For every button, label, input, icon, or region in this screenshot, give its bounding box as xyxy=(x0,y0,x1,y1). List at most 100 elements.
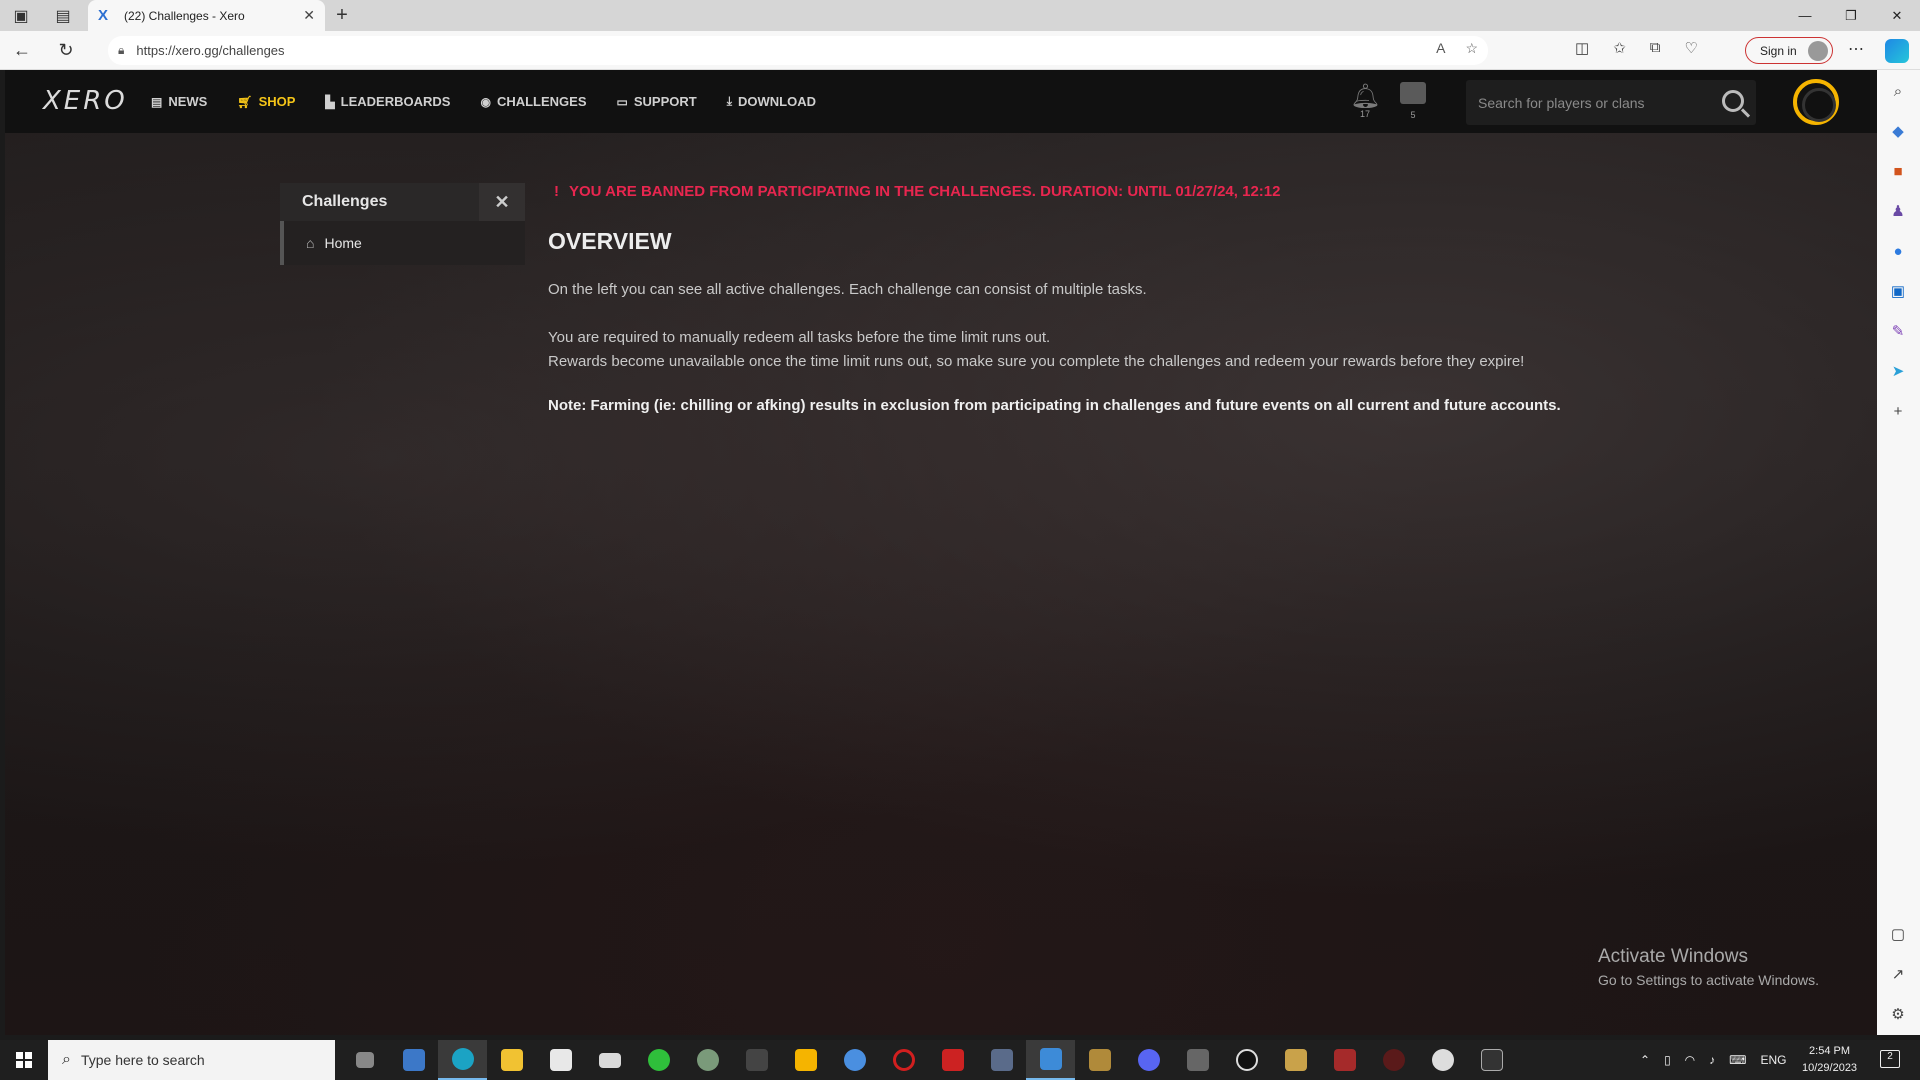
nav-leaderboards[interactable]: ▙ LEADERBOARDS xyxy=(325,94,450,109)
back-button[interactable]: ← xyxy=(0,31,44,70)
restore-icon[interactable]: ❐ xyxy=(1828,0,1874,31)
browser-essentials-icon[interactable]: ♡ xyxy=(1684,39,1697,57)
url-text[interactable]: https://xero.gg/challenges xyxy=(136,43,284,58)
discord-icon[interactable] xyxy=(1124,1040,1173,1080)
windows-taskbar: ⌕ ⌃ ▯ ◠ ♪ ⌨ ENG 2:54 PM 1 xyxy=(0,1040,1920,1080)
razer-icon[interactable] xyxy=(634,1040,683,1080)
site-header: XERO ▤ NEWS 🛒︎ SHOP ▙ LEADERBOARDS ◉ CHA… xyxy=(5,70,1877,133)
split-screen-icon[interactable]: ◫ xyxy=(1575,39,1589,57)
chat-app-icon[interactable] xyxy=(830,1040,879,1080)
sidebar-item-home[interactable]: ⌂ Home xyxy=(280,221,525,265)
overview-paragraph-3: Rewards become unavailable once the time… xyxy=(548,353,1525,370)
drop-icon[interactable]: ✎ xyxy=(1889,322,1907,340)
c-app-icon[interactable] xyxy=(1222,1040,1271,1080)
epic-games-icon[interactable] xyxy=(732,1040,781,1080)
games-icon[interactable]: ♟ xyxy=(1889,202,1907,220)
copilot-icon[interactable] xyxy=(1885,39,1909,63)
keyboard-icon[interactable]: ⌨ xyxy=(1729,1053,1746,1067)
rockstar-launcher-icon[interactable] xyxy=(1418,1040,1467,1080)
start-button[interactable] xyxy=(0,1040,48,1080)
minimize-icon[interactable]: — xyxy=(1782,0,1828,31)
meet-now-icon[interactable]: ▯ xyxy=(1664,1053,1671,1067)
volume-icon[interactable]: ♪ xyxy=(1709,1053,1715,1067)
workspaces-icon[interactable]: ▣ xyxy=(0,0,42,31)
tab-close-icon[interactable]: ✕ xyxy=(303,7,315,24)
collections-icon[interactable]: ⧉ xyxy=(1650,39,1661,57)
xero-app-icon[interactable] xyxy=(1026,1040,1075,1080)
activate-windows-title: Activate Windows xyxy=(1598,946,1748,967)
sign-in-button[interactable]: Sign in xyxy=(1745,37,1833,64)
chevron-up-icon[interactable]: ⌃ xyxy=(1640,1053,1650,1067)
read-aloud-icon[interactable]: A xyxy=(1436,40,1445,57)
refresh-button[interactable]: ↻ xyxy=(44,31,88,70)
action-center-icon[interactable]: 2 xyxy=(1880,1050,1900,1068)
wifi-icon[interactable]: ◠ xyxy=(1685,1053,1695,1067)
store-icon[interactable] xyxy=(536,1040,585,1080)
medal-icon: ◉ xyxy=(480,94,491,109)
more-options-icon[interactable]: ⋯ xyxy=(1848,39,1864,59)
outlook-icon[interactable]: ▣ xyxy=(1889,282,1907,300)
window-close-icon[interactable]: ✕ xyxy=(1874,0,1920,31)
farming-note: Note: Farming (ie: chilling or afking) r… xyxy=(548,397,1561,414)
file-explorer-icon[interactable] xyxy=(487,1040,536,1080)
send-icon[interactable]: ➤ xyxy=(1889,362,1907,380)
game-launcher-icon[interactable] xyxy=(928,1040,977,1080)
tab-actions-icon[interactable]: ▤ xyxy=(42,0,84,31)
taskbar-clock[interactable]: 2:54 PM 10/29/2023 xyxy=(1802,1043,1857,1077)
nav-shop-label: SHOP xyxy=(258,94,296,109)
mail-icon[interactable] xyxy=(585,1040,634,1080)
taskbar-apps xyxy=(340,1040,1516,1080)
challenges-panel-header: Challenges ✕ xyxy=(280,183,525,221)
game-icon-3[interactable] xyxy=(1271,1040,1320,1080)
new-tab-button[interactable]: + xyxy=(325,0,359,31)
nav-support[interactable]: ▭ SUPPORT xyxy=(617,94,697,109)
hide-sidebar-icon[interactable]: ▢ xyxy=(1889,925,1907,943)
language-indicator[interactable]: ENG xyxy=(1760,1053,1786,1067)
task-view-icon[interactable] xyxy=(340,1040,389,1080)
nav-shop[interactable]: 🛒︎ SHOP xyxy=(237,94,295,109)
cart-icon: 🛒︎ xyxy=(237,94,253,109)
sidebar-search-icon[interactable]: ⌕ xyxy=(1889,82,1907,100)
nav-news[interactable]: ▤ NEWS xyxy=(151,94,207,109)
game-icon-2[interactable] xyxy=(1173,1040,1222,1080)
address-bar[interactable]: 🔒︎ https://xero.gg/challenges A ☆ xyxy=(108,36,1488,65)
office-icon[interactable]: ● xyxy=(1889,242,1907,260)
xbox-icon[interactable] xyxy=(683,1040,732,1080)
terminal-icon[interactable] xyxy=(1467,1040,1516,1080)
open-external-icon[interactable]: ↗ xyxy=(1889,965,1907,983)
challenges-panel-title: Challenges xyxy=(302,193,388,210)
player-search-input[interactable] xyxy=(1478,94,1698,111)
edge-icon[interactable] xyxy=(438,1040,487,1080)
spider-icon[interactable] xyxy=(1369,1040,1418,1080)
game-icon-4[interactable] xyxy=(1320,1040,1369,1080)
home-icon: ⌂ xyxy=(306,235,315,251)
nav-leaderboards-label: LEADERBOARDS xyxy=(340,94,451,109)
newspaper-icon: ▤ xyxy=(151,94,163,109)
favorite-star-icon[interactable]: ☆ xyxy=(1465,40,1478,57)
nav-challenges[interactable]: ◉ CHALLENGES xyxy=(480,94,586,109)
nav-download[interactable]: ⤓ DOWNLOAD xyxy=(727,94,816,109)
opera-icon[interactable] xyxy=(879,1040,928,1080)
notifications-button[interactable]: 🔔︎ 17 xyxy=(1350,82,1380,126)
browser-tab[interactable]: X (22) Challenges - Xero ✕ xyxy=(88,0,325,31)
shopping-tag-icon[interactable]: ◆ xyxy=(1889,122,1907,140)
app-icon[interactable] xyxy=(389,1040,438,1080)
sidebar-settings-icon[interactable]: ⚙ xyxy=(1889,1005,1907,1023)
rockstar-icon[interactable] xyxy=(781,1040,830,1080)
messages-button[interactable]: 5 xyxy=(1398,82,1428,126)
download-icon: ⤓ xyxy=(726,94,732,108)
font-app-icon[interactable] xyxy=(977,1040,1026,1080)
ban-notice: ! YOU ARE BANNED FROM PARTICIPATING IN TH… xyxy=(554,183,1280,200)
collapse-panel-icon[interactable]: ✕ xyxy=(479,183,525,221)
activate-windows-watermark: Activate Windows Go to Settings to activ… xyxy=(1598,946,1819,988)
add-sidebar-app-icon[interactable]: + xyxy=(1889,402,1907,420)
search-icon[interactable] xyxy=(1722,90,1744,112)
favorites-icon[interactable]: ✩ xyxy=(1613,39,1626,57)
sign-in-label: Sign in xyxy=(1760,43,1797,58)
user-avatar[interactable] xyxy=(1793,79,1839,125)
lock-icon[interactable]: 🔒︎ xyxy=(118,43,124,58)
game-icon[interactable] xyxy=(1075,1040,1124,1080)
xero-logo[interactable]: XERO xyxy=(43,86,128,116)
taskbar-search-input[interactable] xyxy=(80,1052,311,1068)
tools-icon[interactable]: ■ xyxy=(1889,162,1907,180)
